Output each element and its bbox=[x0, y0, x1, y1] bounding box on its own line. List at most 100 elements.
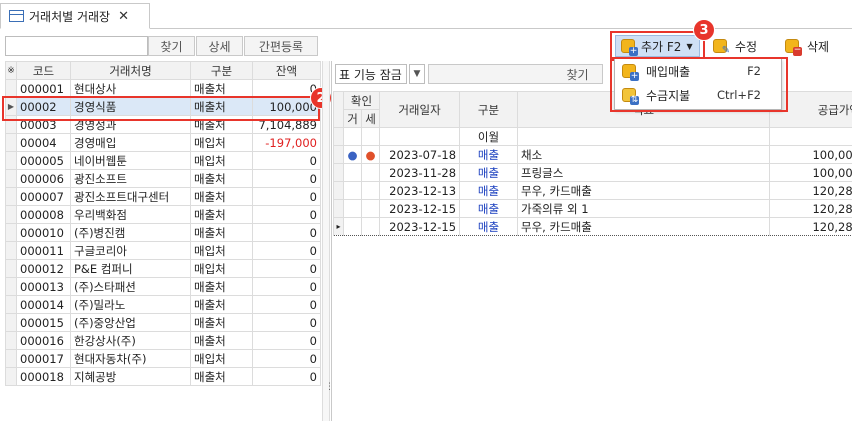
cell-balance: -197,000 bbox=[252, 133, 321, 152]
row-indicator bbox=[5, 133, 17, 152]
cell-type: 매입처 bbox=[190, 349, 253, 368]
cell-balance: 0 bbox=[252, 241, 321, 260]
cell-memo: 무우, 카드매출 bbox=[517, 217, 771, 236]
table-row[interactable]: 000005 네이버웹툰 매입처 0 bbox=[5, 151, 321, 170]
table-lock-select[interactable]: 표 기능 잠금 bbox=[335, 64, 407, 84]
edit-button-label: 수정 bbox=[735, 39, 758, 54]
table-row[interactable]: 000011 구글코리아 매입처 0 bbox=[5, 241, 321, 260]
cell-code: 000011 bbox=[16, 241, 71, 260]
table-row[interactable]: 000016 한강상사(주) 매출처 0 bbox=[5, 331, 321, 350]
row-indicator: ▸ bbox=[333, 217, 344, 236]
quick-register-button[interactable]: 간편등록 bbox=[244, 36, 318, 56]
row-indicator bbox=[5, 277, 17, 296]
cell-trade-check[interactable] bbox=[343, 199, 362, 218]
database-delete-icon: − bbox=[785, 39, 802, 56]
row-indicator bbox=[333, 163, 344, 182]
row-indicator bbox=[5, 259, 17, 278]
cell-memo: 무우, 카드매출 bbox=[517, 181, 771, 200]
col-balance[interactable]: 잔액 bbox=[252, 61, 321, 80]
cell-amount: 100,000 bbox=[769, 145, 852, 164]
cell-tax-check[interactable] bbox=[360, 163, 381, 182]
splitter-grip-icon[interactable]: ⋮ bbox=[325, 383, 334, 405]
search-input[interactable] bbox=[5, 36, 148, 56]
ledger-find-button[interactable]: 찾기 bbox=[550, 64, 605, 84]
carry-over-label: 이월 bbox=[459, 127, 519, 146]
chevron-down-icon[interactable]: ▼ bbox=[409, 64, 425, 84]
col-tax-check[interactable]: 세 bbox=[360, 109, 381, 128]
col-name[interactable]: 거래처명 bbox=[70, 61, 191, 80]
row-indicator bbox=[5, 295, 17, 314]
cell-amount: 120,282 bbox=[769, 199, 852, 218]
cell-kind: 매출 bbox=[459, 217, 519, 236]
panel-splitter[interactable] bbox=[322, 61, 330, 421]
ledger-row[interactable]: 2023-11-28매출프링글스100,000 bbox=[333, 163, 852, 182]
table-row[interactable]: 000007 광진소프트대구센터 매출처 0 bbox=[5, 187, 321, 206]
table-row[interactable]: 000012 P&E 컴퍼니 매입처 0 bbox=[5, 259, 321, 278]
cell-date: 2023-12-15 bbox=[379, 217, 461, 236]
table-row[interactable]: 000017 현대자동차(주) 매입처 0 bbox=[5, 349, 321, 368]
table-row[interactable]: 000014 (주)밀라노 매출처 0 bbox=[5, 295, 321, 314]
cell-trade-check[interactable] bbox=[343, 217, 362, 236]
table-row[interactable]: 000010 (주)병진캠 매출처 0 bbox=[5, 223, 321, 242]
cell-name: 구글코리아 bbox=[70, 241, 191, 260]
cell-tax-check[interactable] bbox=[360, 199, 381, 218]
ledger-row[interactable]: 2023-12-15매출가죽의류 외 1120,282 bbox=[333, 199, 852, 218]
cell-tax-check[interactable]: ● bbox=[360, 145, 381, 164]
col-type[interactable]: 구분 bbox=[190, 61, 253, 80]
ledger-table: 확인 거래일자 구분 적요 공급가액 거 세 이월 0 ●●2023-07-18… bbox=[333, 91, 852, 236]
carry-over-row[interactable]: 이월 0 bbox=[333, 127, 852, 146]
tab-title: 거래처별 거래장 bbox=[29, 9, 111, 24]
table-row[interactable]: 000006 광진소프트 매출처 0 bbox=[5, 169, 321, 188]
col-date[interactable]: 거래일자 bbox=[379, 91, 461, 128]
ledger-corner bbox=[333, 91, 344, 128]
col-code[interactable]: 코드 bbox=[16, 61, 71, 80]
cell-code: 000006 bbox=[16, 169, 71, 188]
cell-code: 000017 bbox=[16, 349, 71, 368]
cell-type: 매출처 bbox=[190, 79, 253, 98]
highlight-selected-row bbox=[2, 96, 320, 121]
tab-customer-ledger[interactable]: 거래처별 거래장 ✕ bbox=[0, 3, 150, 29]
cell-tax-check[interactable] bbox=[360, 217, 381, 236]
cell-type: 매출처 bbox=[190, 331, 253, 350]
detail-button[interactable]: 상세 bbox=[196, 36, 243, 56]
ledger-row[interactable]: ●●2023-07-18매출채소100,000 bbox=[333, 145, 852, 164]
cell-tax-check[interactable] bbox=[360, 181, 381, 200]
delete-button[interactable]: − 삭제 bbox=[785, 35, 829, 57]
col-trade-check[interactable]: 거 bbox=[343, 109, 362, 128]
row-indicator bbox=[5, 349, 17, 368]
cell-type: 매출처 bbox=[190, 295, 253, 314]
edit-button[interactable]: ✎ 수정 bbox=[713, 35, 757, 57]
cell-amount: 120,282 bbox=[769, 181, 852, 200]
cell-name: 우리백화점 bbox=[70, 205, 191, 224]
cell-code: 000010 bbox=[16, 223, 71, 242]
cell-trade-check[interactable] bbox=[343, 181, 362, 200]
row-indicator bbox=[5, 223, 17, 242]
cell-code: 000001 bbox=[16, 79, 71, 98]
col-kind[interactable]: 구분 bbox=[459, 91, 519, 128]
cell-name: (주)스타패션 bbox=[70, 277, 191, 296]
cell-trade-check[interactable] bbox=[343, 163, 362, 182]
cell-name: 광진소프트 bbox=[70, 169, 191, 188]
table-row[interactable]: 000015 (주)중앙산업 매출처 0 bbox=[5, 313, 321, 332]
ledger-row[interactable]: 2023-12-13매출무우, 카드매출120,282 bbox=[333, 181, 852, 200]
close-icon[interactable]: ✕ bbox=[118, 9, 129, 24]
cell-balance: 0 bbox=[252, 223, 321, 242]
cell-trade-check[interactable]: ● bbox=[343, 145, 362, 164]
table-row[interactable]: 000013 (주)스타패션 매출처 0 bbox=[5, 277, 321, 296]
cell-date: 2023-12-13 bbox=[379, 181, 461, 200]
delete-button-wrap: − 삭제 bbox=[785, 35, 829, 57]
table-row[interactable]: 000018 지혜공방 매출처 0 bbox=[5, 367, 321, 386]
find-button[interactable]: 찾기 bbox=[148, 36, 195, 56]
cell-type: 매입처 bbox=[190, 151, 253, 170]
cell-empty bbox=[379, 127, 461, 146]
cell-balance: 0 bbox=[252, 277, 321, 296]
ledger-row[interactable]: ▸ 2023-12-15매출무우, 카드매출120,282 bbox=[333, 217, 852, 236]
table-row[interactable]: 000008 우리백화점 매출처 0 bbox=[5, 205, 321, 224]
corner-cell[interactable]: ※ bbox=[5, 61, 17, 80]
cell-empty bbox=[517, 127, 771, 146]
table-row[interactable]: 000001현대상사매출처0 bbox=[5, 79, 321, 98]
table-row[interactable]: 00004 경영매입 매입처 -197,000 bbox=[5, 133, 321, 152]
cell-name: P&E 컴퍼니 bbox=[70, 259, 191, 278]
cell-type: 매출처 bbox=[190, 169, 253, 188]
cell-type: 매출처 bbox=[190, 277, 253, 296]
